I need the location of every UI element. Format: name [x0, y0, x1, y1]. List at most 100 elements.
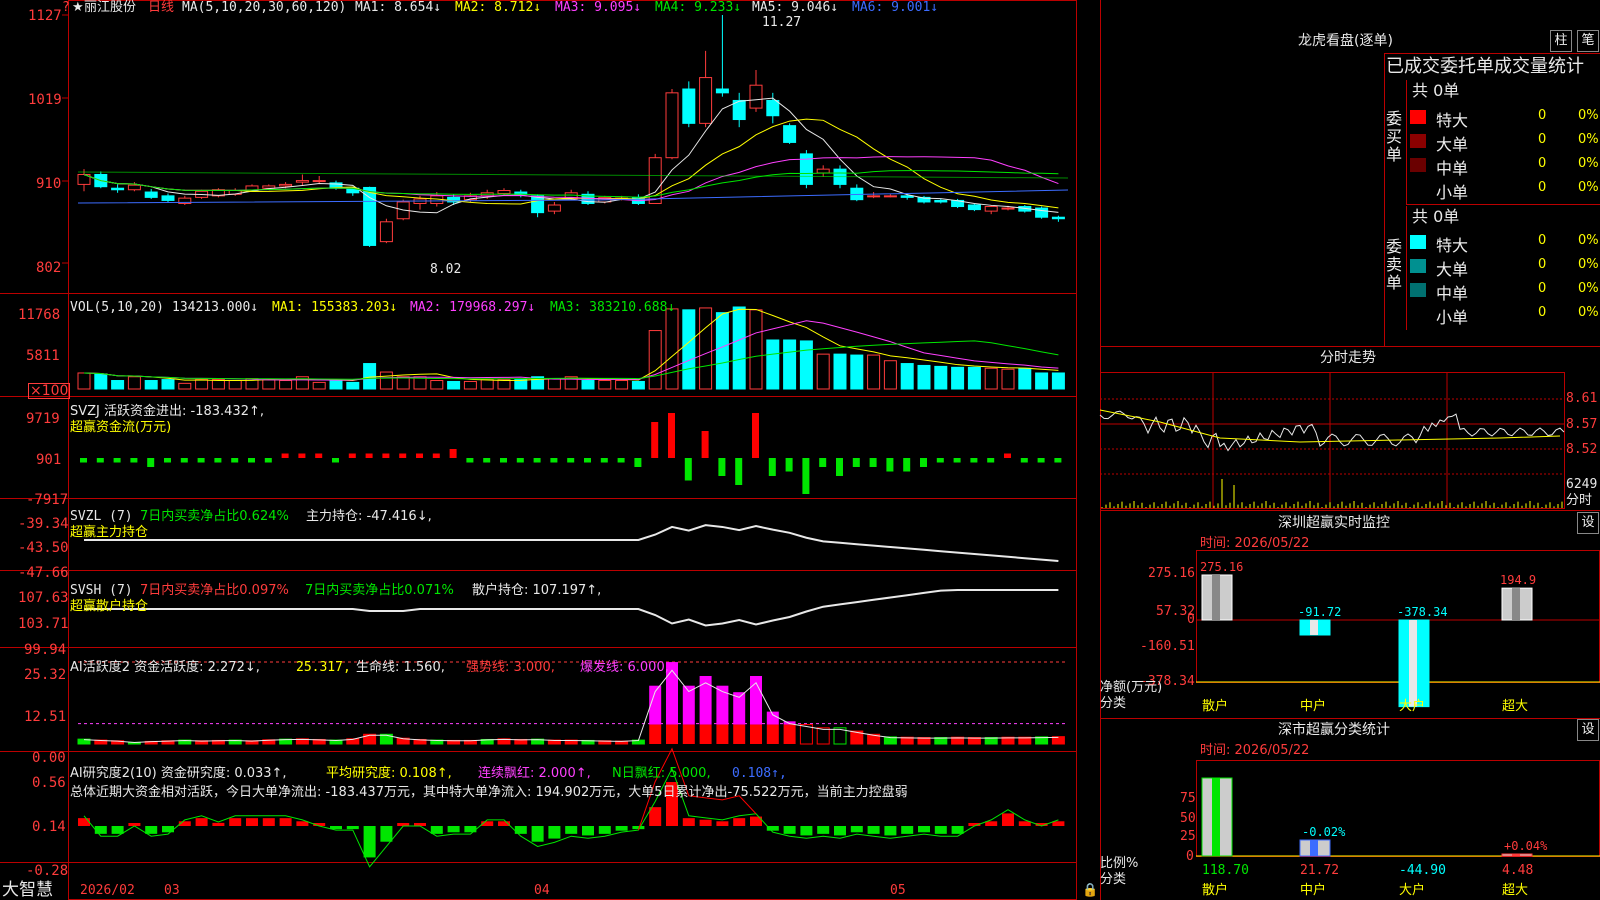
ma1-value: MA1: 8.654↓	[355, 0, 442, 15]
svsh-axis-3: 99.94	[24, 642, 67, 658]
research-bar	[145, 826, 158, 834]
fund-flow-bar	[348, 453, 356, 458]
fund-flow-bar	[735, 458, 743, 485]
class-unit-cat: 分类	[1100, 872, 1127, 887]
volume-bar	[178, 382, 192, 390]
buy-row-large[interactable]: 大单 0 0%	[1408, 130, 1600, 154]
fund-flow-bar	[432, 453, 440, 458]
svzl-hold: 主力持仓: -47.416↓,	[306, 509, 432, 524]
bar-mode-button[interactable]: 柱	[1550, 30, 1572, 52]
research-bar	[766, 826, 779, 831]
research-bar	[850, 826, 863, 833]
candle	[1001, 207, 1015, 210]
fund-flow-bar	[718, 458, 726, 476]
fund-flow-bar	[483, 458, 491, 463]
price-axis-1: 1127	[28, 8, 62, 24]
fund-flow-bar	[399, 453, 407, 458]
info-icon[interactable]: ?	[62, 1, 70, 15]
fund-flow-bar	[500, 458, 507, 463]
research-bar	[262, 818, 275, 826]
sell-row-medium[interactable]: 中单 0 0%	[1408, 279, 1600, 303]
ai-res-axis-1: 0.56	[32, 775, 66, 791]
fund-flow-bar	[214, 458, 222, 463]
sell-row-small[interactable]: 小单 0 0%	[1408, 303, 1600, 327]
ai-life-line: 生命线: 1.560,	[356, 660, 445, 675]
ma5-value: MA5: 9.046↓	[752, 0, 839, 15]
research-bar	[363, 826, 376, 858]
monitor-axis-4: -160.51	[1140, 639, 1195, 654]
svzl-axis-3: -47.66	[18, 565, 69, 581]
tick-mode-button[interactable]: 笔	[1577, 30, 1599, 52]
kline-indicator-canvas[interactable]	[0, 0, 1100, 900]
brand-logo[interactable]: 大智慧	[2, 880, 53, 900]
research-line	[83, 767, 1059, 868]
volume-bar	[279, 380, 293, 390]
monitor-axis-3: 0	[1187, 612, 1195, 627]
price-low-label: 8.02	[430, 262, 462, 277]
fund-flow-bar	[197, 458, 205, 463]
sell-row-large[interactable]: 大单 0 0%	[1408, 255, 1600, 279]
candle	[144, 191, 158, 198]
svzj-title: 超赢资金流(万元)	[70, 420, 172, 435]
vol-unit: ×100	[28, 383, 71, 399]
monitor-axis-1: 275.16	[1148, 566, 1195, 581]
vol-ma3: MA3: 383210.688↓	[550, 300, 676, 315]
ai-res-last: 0.108↑,	[732, 766, 787, 781]
divider	[1100, 718, 1600, 719]
volume-bar	[94, 373, 108, 390]
activity-bar	[666, 724, 678, 744]
activity-bar	[783, 724, 796, 744]
monitor-unit-cat: 分类	[1100, 696, 1127, 711]
monitor-time: 时间: 2026/05/22	[1200, 536, 1310, 551]
volume-bar	[77, 372, 91, 390]
candle	[934, 199, 948, 203]
candle	[766, 99, 780, 117]
volume-bar	[850, 354, 864, 390]
fund-flow-bar	[785, 458, 793, 472]
stock-name[interactable]: 丽江股份	[84, 1, 136, 15]
fund-flow-bar	[96, 458, 104, 463]
ai-res-axis-3: -0.28	[26, 863, 69, 879]
research-bar	[934, 826, 947, 834]
main-chart-area[interactable]: ? ★ 丽江股份 日线 MA(5,10,20,30,60,120) MA1: 8…	[0, 0, 1100, 900]
svsh-axis-2: 103.71	[18, 616, 69, 632]
lock-icon[interactable]: 🔒	[1082, 884, 1098, 898]
buy-row-super[interactable]: 特大 0 0%	[1408, 106, 1600, 130]
candle	[1035, 207, 1049, 218]
vol-params: VOL(5,10,20)	[70, 300, 164, 315]
candle	[749, 84, 763, 109]
price-axis-4: 802	[36, 260, 62, 276]
volume-bar	[581, 380, 595, 390]
volume-bar	[816, 353, 830, 390]
fund-flow-bar	[920, 458, 927, 467]
class-settings-button[interactable]: 设	[1577, 719, 1599, 741]
period-label[interactable]: 日线	[148, 1, 174, 15]
volume-bar	[480, 379, 494, 390]
date-label-1: 2026/02	[80, 883, 135, 898]
svzl-axis-1: -39.34	[18, 516, 69, 532]
research-bar	[195, 818, 208, 826]
buy-row-small[interactable]: 小单 0 0%	[1408, 178, 1600, 202]
volume-bar	[615, 380, 629, 390]
research-bar	[699, 819, 712, 826]
research-bar	[380, 826, 393, 842]
main-holding-line	[84, 524, 1059, 562]
ma2-value: MA2: 8.712↓	[455, 0, 542, 15]
research-bar	[162, 826, 174, 833]
candle	[279, 183, 293, 187]
monitor-title: 深圳超赢实时监控	[1278, 515, 1390, 531]
class-time: 时间: 2026/05/22	[1200, 743, 1310, 758]
volume-bar	[144, 380, 158, 390]
buy-row-medium[interactable]: 中单 0 0%	[1408, 154, 1600, 178]
fund-flow-bar	[315, 453, 323, 458]
fund-flow-bar	[1020, 458, 1028, 463]
fund-flow-bar	[550, 458, 558, 463]
activity-bar	[649, 724, 662, 744]
sell-row-super[interactable]: 特大 0 0%	[1408, 231, 1600, 255]
volume-bar	[329, 380, 343, 390]
research-bar	[464, 826, 477, 833]
ai-res-red: 连续飘红: 2.000↑,	[478, 766, 591, 781]
monitor-settings-button[interactable]: 设	[1577, 512, 1599, 534]
volume-bar	[1001, 368, 1015, 390]
vol-ma1: MA1: 155383.203↓	[272, 300, 398, 315]
